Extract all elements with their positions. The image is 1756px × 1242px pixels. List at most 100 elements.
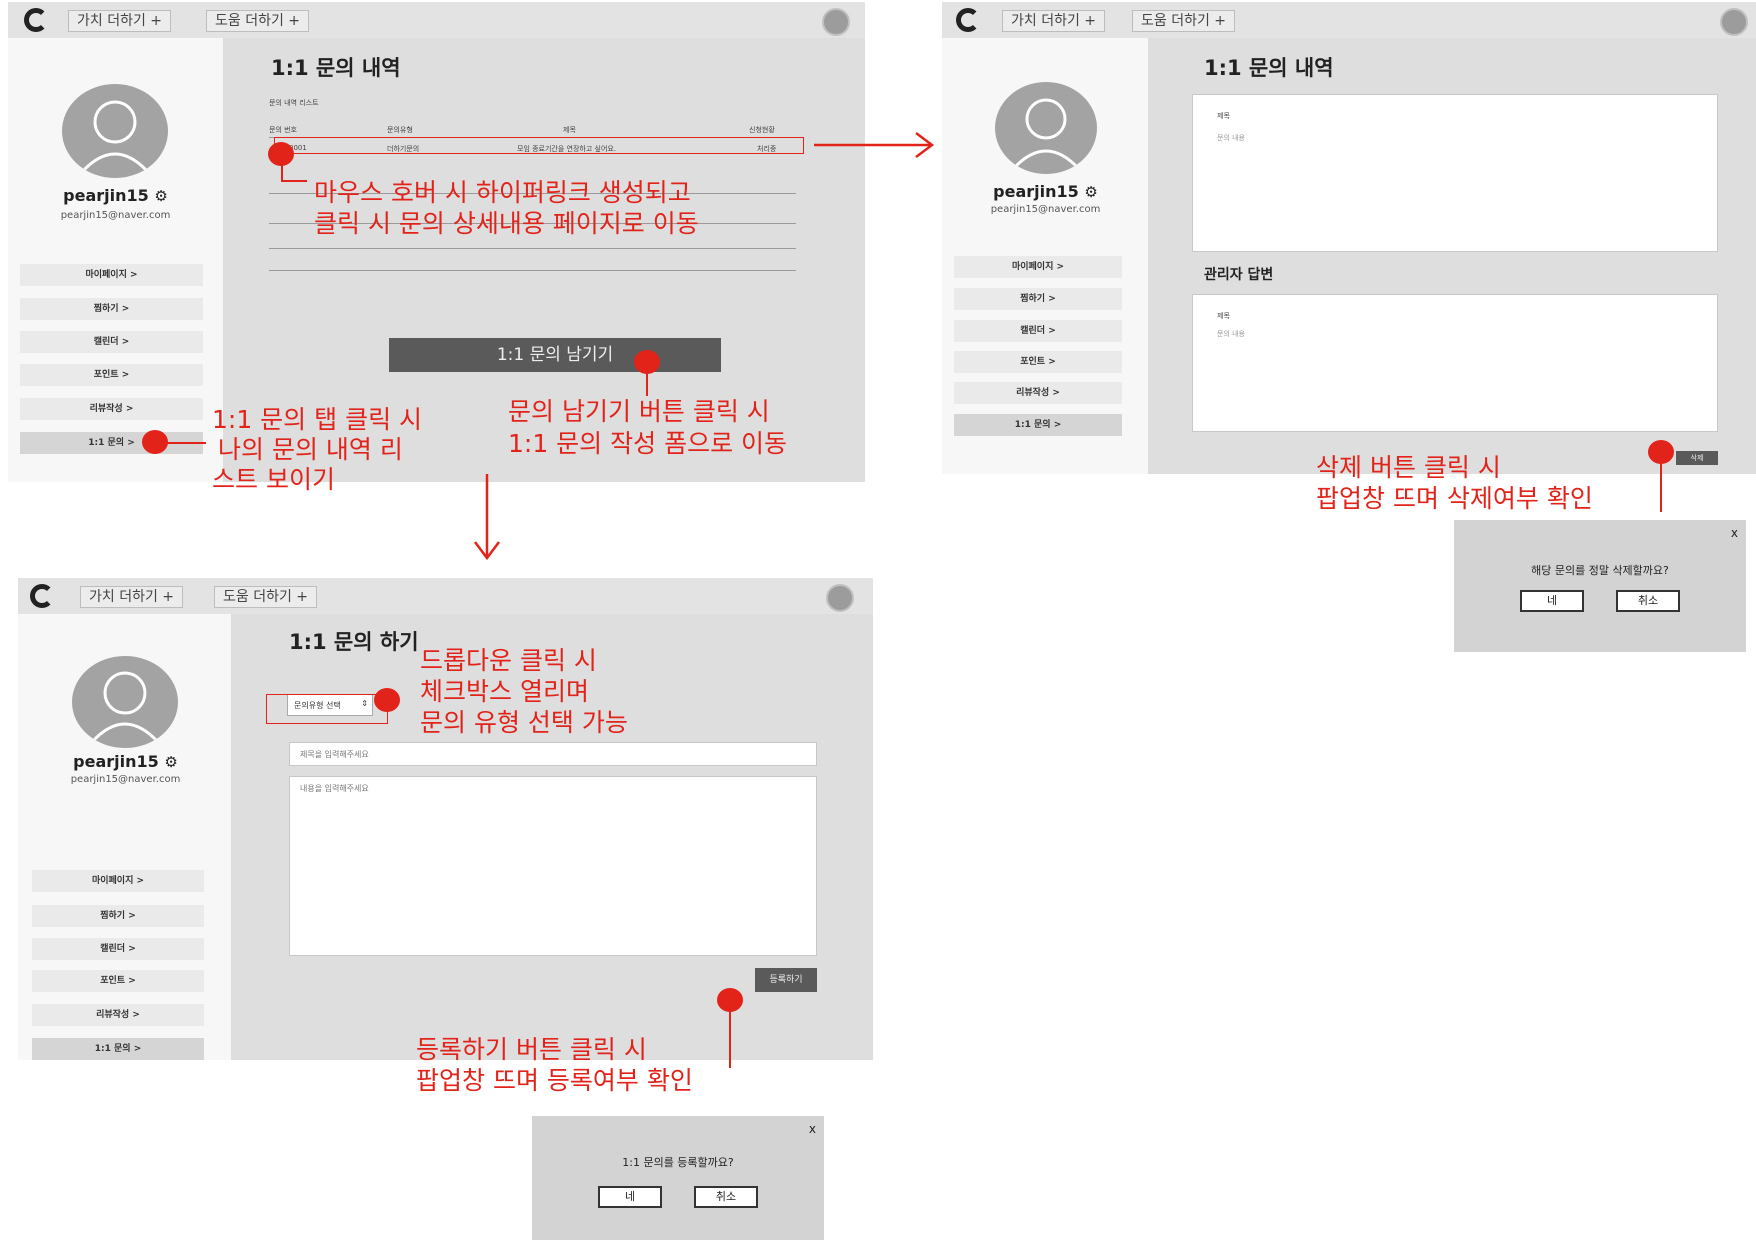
sidebar-item-inquiry[interactable]: 1:1 문의 > (32, 1038, 204, 1060)
submit-confirm-popup: x 1:1 문의를 등록할까요? 네 취소 (532, 1116, 824, 1240)
list-divider (269, 270, 796, 271)
profile-username: pearjin15 ⚙ (63, 186, 168, 205)
annotation-dropdown-line2: 체크박스 열리며 (420, 677, 589, 706)
sidebar-item-review[interactable]: 리뷰작성 > (32, 1004, 204, 1026)
popup-message: 해당 문의를 정말 삭제할까요? (1531, 564, 1669, 577)
top-navigation-bar: 가치 더하기 + 도움 더하기 + (8, 2, 865, 38)
annotation-tab-line3: 스트 보이기 (212, 465, 335, 494)
annotation-line (1660, 460, 1662, 512)
profile-username: pearjin15 ⚙ (993, 182, 1098, 201)
sidebar: pearjin15 ⚙ pearjin15@naver.com 마이페이지 > … (8, 38, 223, 482)
logo-icon[interactable] (24, 8, 48, 32)
sidebar-item-points[interactable]: 포인트 > (32, 970, 204, 992)
answer-body: 문의 내용 (1217, 330, 1245, 338)
sidebar-item-inquiry[interactable]: 1:1 문의 > (954, 414, 1122, 436)
delete-confirm-popup: x 해당 문의를 정말 삭제할까요? 네 취소 (1454, 520, 1746, 652)
delete-button[interactable]: 삭제 (1676, 451, 1718, 465)
annotation-write-line1: 문의 남기기 버튼 클릭 시 (508, 397, 770, 426)
profile-email: pearjin15@naver.com (990, 204, 1101, 215)
confirm-yes-button[interactable]: 네 (1520, 590, 1584, 612)
list-subtitle: 문의 내역 리스트 (269, 99, 319, 107)
annotation-write-line2: 1:1 문의 작성 폼으로 이동 (508, 429, 788, 458)
profile-avatar (72, 656, 178, 748)
sidebar-item-review[interactable]: 리뷰작성 > (954, 382, 1122, 404)
menu-add-value-button[interactable]: 가치 더하기 + (1002, 10, 1106, 32)
annotation-dropdown-line1: 드롭다운 클릭 시 (420, 646, 597, 675)
confirm-cancel-button[interactable]: 취소 (1616, 590, 1680, 612)
settings-gear-icon[interactable]: ⚙ (154, 187, 167, 205)
sidebar-item-calendar[interactable]: 캘린더 > (20, 331, 203, 353)
logo-icon[interactable] (956, 8, 980, 32)
menu-add-value-button[interactable]: 가치 더하기 + (68, 10, 172, 32)
annotation-hover-line2: 클릭 시 문의 상세내용 페이지로 이동 (314, 209, 699, 238)
annotation-line (729, 1008, 731, 1068)
top-navigation-bar: 가치 더하기 + 도움 더하기 + (942, 2, 1756, 38)
sidebar-item-calendar[interactable]: 캘린더 > (32, 938, 204, 960)
annotation-line (646, 370, 648, 396)
annotation-submit-line1: 등록하기 버튼 클릭 시 (416, 1035, 647, 1064)
page-title: 1:1 문의 내역 (271, 56, 401, 80)
list-divider (269, 248, 796, 249)
sidebar-item-points[interactable]: 포인트 > (954, 351, 1122, 373)
sidebar: pearjin15 ⚙ pearjin15@naver.com 마이페이지 > … (942, 38, 1148, 474)
question-body: 문의 내용 (1217, 134, 1245, 142)
select-highlight-box (266, 694, 388, 724)
row-highlight-box (274, 137, 804, 154)
annotation-dot (374, 688, 400, 712)
profile-email: pearjin15@naver.com (60, 210, 171, 221)
annotation-delete-line2: 팝업창 뜨며 삭제여부 확인 (1316, 484, 1593, 513)
confirm-cancel-button[interactable]: 취소 (694, 1186, 758, 1208)
sidebar-item-calendar[interactable]: 캘린더 > (954, 320, 1122, 342)
user-avatar-icon[interactable] (822, 8, 850, 36)
popup-message: 1:1 문의를 등록할까요? (622, 1156, 734, 1169)
annotation-dropdown-line3: 문의 유형 선택 가능 (420, 708, 628, 737)
close-icon[interactable]: x (1731, 526, 1738, 540)
menu-add-help-button[interactable]: 도움 더하기 + (214, 586, 318, 608)
sidebar-item-mypage[interactable]: 마이페이지 > (20, 264, 203, 286)
flow-arrow-right (814, 132, 935, 158)
annotation-submit-line2: 팝업창 뜨며 등록여부 확인 (416, 1066, 693, 1095)
sidebar: pearjin15 ⚙ pearjin15@naver.com 마이페이지 > … (18, 614, 231, 1060)
sidebar-item-mypage[interactable]: 마이페이지 > (32, 870, 204, 892)
user-avatar-icon[interactable] (1720, 8, 1748, 36)
confirm-yes-button[interactable]: 네 (598, 1186, 662, 1208)
sidebar-item-wishlist[interactable]: 찜하기 > (20, 298, 203, 320)
page-title: 1:1 문의 내역 (1204, 56, 1334, 80)
sidebar-item-wishlist[interactable]: 찜하기 > (32, 905, 204, 927)
annotation-dot (142, 430, 168, 454)
logo-icon[interactable] (30, 584, 54, 608)
menu-add-value-button[interactable]: 가치 더하기 + (80, 586, 184, 608)
inquiry-detail-screen: 가치 더하기 + 도움 더하기 + pearjin15 ⚙ pearjin15@… (942, 2, 1756, 474)
profile-username: pearjin15 ⚙ (73, 752, 178, 771)
sidebar-item-mypage[interactable]: 마이페이지 > (954, 256, 1122, 278)
write-inquiry-button[interactable]: 1:1 문의 남기기 (389, 338, 721, 372)
profile-email: pearjin15@naver.com (70, 774, 181, 785)
menu-add-help-button[interactable]: 도움 더하기 + (1132, 10, 1236, 32)
sidebar-item-points[interactable]: 포인트 > (20, 364, 203, 386)
sidebar-item-review[interactable]: 리뷰작성 > (20, 398, 203, 420)
annotation-tab-line2: 나의 문의 내역 리 (218, 435, 403, 464)
user-avatar-icon[interactable] (826, 584, 854, 612)
close-icon[interactable]: x (809, 1122, 816, 1136)
column-header-title: 제목 (563, 126, 576, 134)
answer-panel: 제목 문의 내용 (1192, 294, 1718, 432)
annotation-tab-line1: 1:1 문의 탭 클릭 시 (212, 405, 423, 434)
title-input[interactable]: 제목을 입력해주세요 (289, 742, 817, 766)
body-textarea[interactable]: 내용을 입력해주세요 (289, 776, 817, 956)
annotation-delete-line1: 삭제 버튼 클릭 시 (1316, 453, 1501, 482)
page-title: 1:1 문의 하기 (289, 630, 419, 654)
annotation-line (281, 155, 283, 181)
profile-avatar (995, 82, 1097, 174)
column-header-number: 문의 번호 (269, 126, 297, 134)
answer-heading: 관리자 답변 (1204, 267, 1274, 283)
annotation-hover-line1: 마우스 호버 시 하이퍼링크 생성되고 (314, 178, 691, 207)
question-title: 제목 (1217, 112, 1230, 120)
settings-gear-icon[interactable]: ⚙ (1084, 183, 1097, 201)
top-navigation-bar: 가치 더하기 + 도움 더하기 + (18, 578, 873, 614)
profile-avatar (62, 84, 168, 178)
sidebar-item-wishlist[interactable]: 찜하기 > (954, 288, 1122, 310)
submit-button[interactable]: 등록하기 (755, 968, 817, 992)
settings-gear-icon[interactable]: ⚙ (164, 753, 177, 771)
annotation-line (166, 442, 206, 444)
menu-add-help-button[interactable]: 도움 더하기 + (206, 10, 310, 32)
